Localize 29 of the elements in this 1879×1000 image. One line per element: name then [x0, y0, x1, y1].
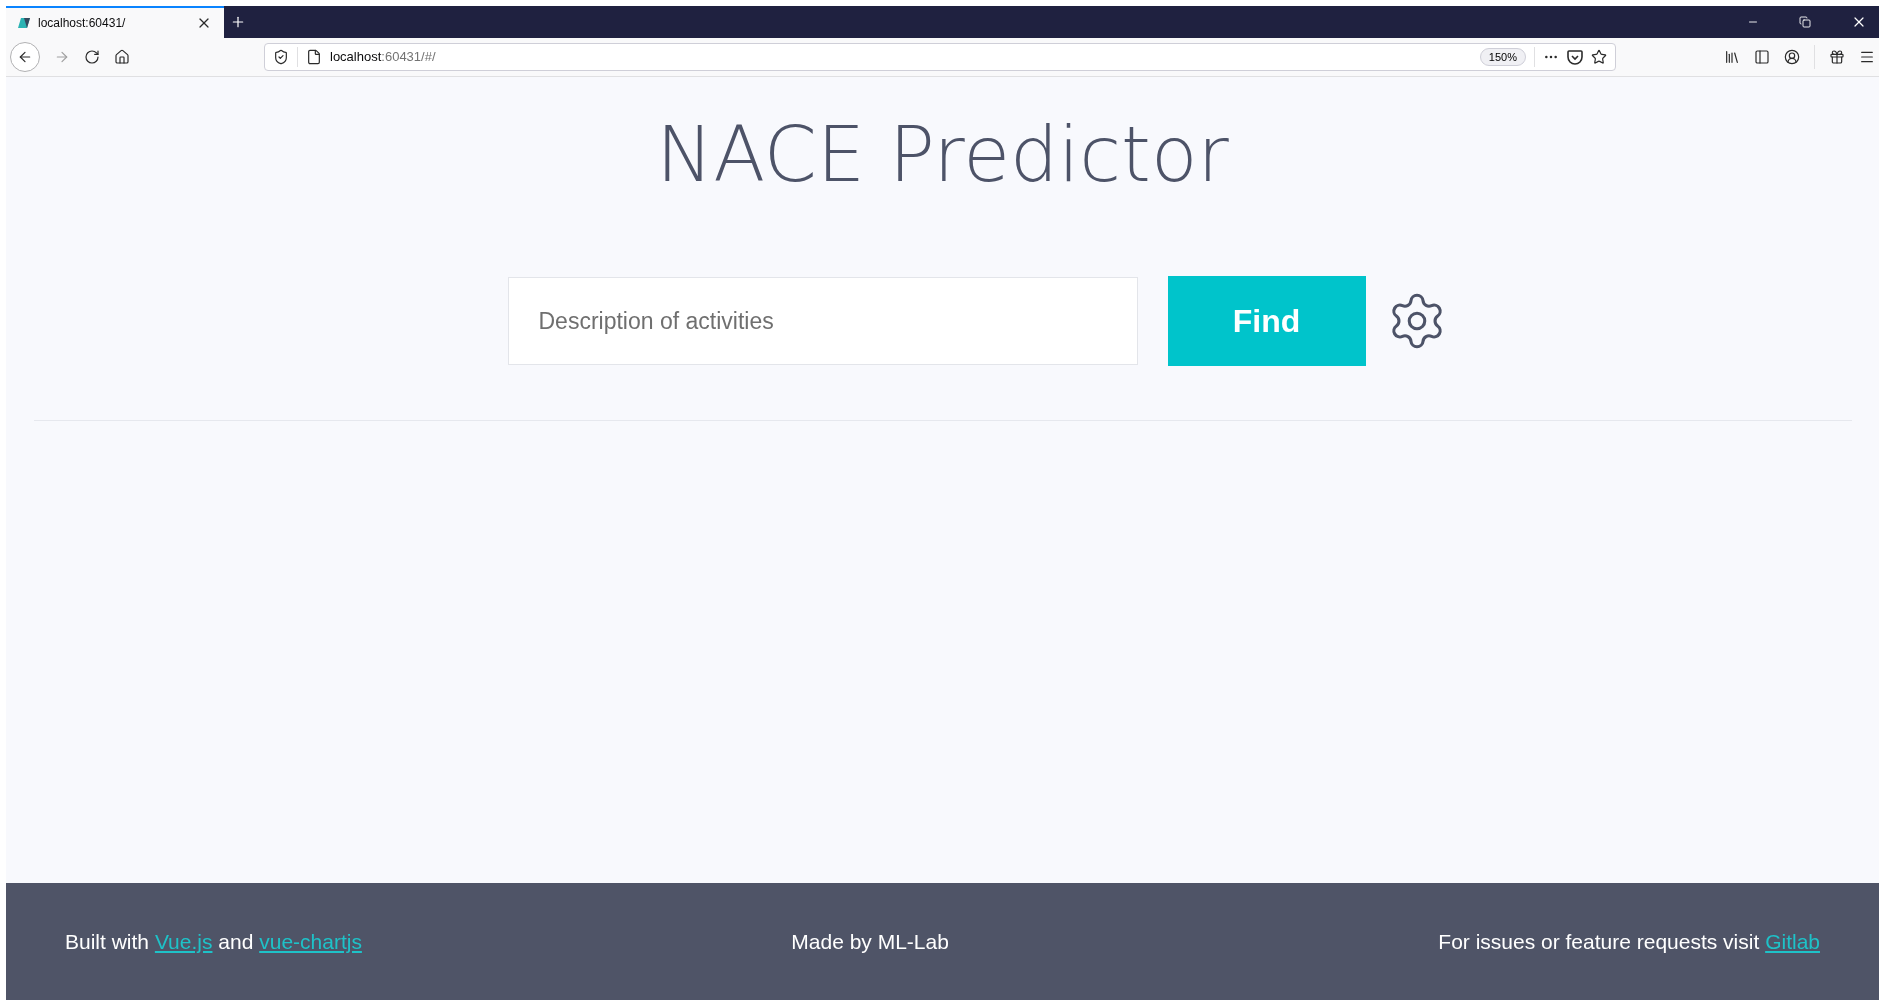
reload-icon[interactable] [84, 49, 100, 65]
address-bar[interactable]: localhost:60431/#/ 150% [264, 43, 1616, 71]
zoom-level[interactable]: 150% [1479, 47, 1526, 67]
back-button[interactable] [10, 42, 40, 72]
page-title: NACE Predictor [656, 109, 1229, 201]
new-tab-icon[interactable] [230, 14, 246, 30]
vue-link[interactable]: Vue.js [154, 929, 213, 953]
footer-issues: For issues or feature requests visit Gitlab [1438, 928, 1820, 955]
browser-tab[interactable]: localhost:60431/ [6, 6, 224, 38]
tab-title: localhost:60431/ [38, 15, 127, 32]
shield-icon[interactable] [273, 49, 289, 65]
pocket-icon[interactable] [1567, 49, 1583, 65]
restore-icon[interactable] [1799, 16, 1811, 28]
tab-favicon-icon [18, 18, 30, 28]
footer-author: Made by ML-Lab [791, 928, 949, 955]
gitlab-link[interactable]: Gitlab [1765, 929, 1820, 953]
footer-credits: Built with Vue.js and vue-chartjs [65, 928, 362, 955]
account-icon[interactable] [1784, 49, 1800, 65]
menu-icon[interactable] [1859, 49, 1875, 65]
home-icon[interactable] [114, 49, 130, 65]
url-text: localhost:60431/#/ [330, 48, 437, 67]
gift-icon[interactable] [1829, 49, 1845, 65]
sidebar-icon[interactable] [1754, 49, 1770, 65]
star-icon[interactable] [1591, 49, 1607, 65]
vue-chartjs-link[interactable]: vue-chartjs [259, 929, 362, 953]
page-icon [306, 49, 322, 65]
search-field[interactable]: Description of activities [507, 277, 1138, 365]
find-button[interactable]: Find [1167, 276, 1366, 366]
library-icon[interactable] [1724, 49, 1740, 65]
